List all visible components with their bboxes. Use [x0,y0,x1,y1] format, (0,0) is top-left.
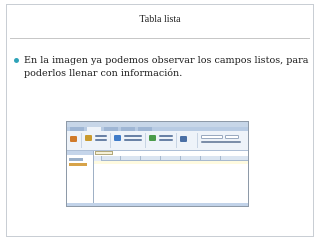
status-bar [67,203,248,206]
slide-title: Tabla lista [139,14,181,25]
ribbon-line [201,141,241,143]
field-header [161,156,181,160]
navigation-pane [67,151,94,206]
nav-item-selected [69,163,87,166]
field-header [221,156,248,160]
embedded-screenshot [66,121,249,207]
ribbon-paste-icon [85,135,92,141]
field-header [121,156,141,160]
ribbon-format-icon [201,135,223,139]
ribbon-line [124,135,142,137]
field-header [101,156,121,160]
nav-item [69,158,83,161]
new-record-row [94,161,248,164]
ribbon-line [124,139,142,141]
ribbon-group-records [146,133,177,148]
ribbon-line [95,135,107,137]
ribbon-line [159,139,173,141]
field-header [201,156,221,160]
ribbon-group-text-format [198,133,248,148]
title-divider [10,38,310,39]
field-header [141,156,161,160]
ribbon-line [159,135,173,137]
ribbon-format-icon [225,135,239,139]
ribbon [67,131,248,151]
bullet-text: En la imagen ya podemos observar los cam… [24,55,309,79]
ribbon-group-sort-filter [111,133,146,148]
ribbon-records-icon [149,135,156,141]
ribbon-find-icon [180,136,187,142]
ribbon-filter-icon [114,135,121,141]
nav-pane-header [67,151,93,155]
ribbon-group-find [177,133,198,148]
bullet-dot-icon [14,58,19,63]
ribbon-view-icon [70,136,77,142]
table-document-tab [95,151,113,155]
datasheet-area [94,151,248,206]
ribbon-group-clipboard [82,133,111,148]
ribbon-line [95,139,107,141]
field-header [181,156,201,160]
ribbon-group-views [67,133,82,148]
